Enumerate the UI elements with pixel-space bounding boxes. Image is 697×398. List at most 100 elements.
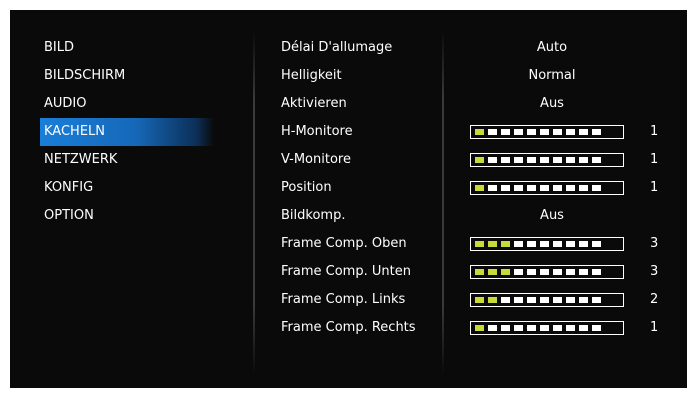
slider-segment-empty	[579, 129, 588, 135]
setting-number: 2	[650, 292, 659, 307]
setting-number: 3	[650, 236, 659, 251]
slider-segment-empty	[566, 241, 575, 247]
slider-segment-empty	[553, 297, 562, 303]
slider-segment-empty	[527, 325, 536, 331]
setting-number: 1	[650, 124, 659, 139]
slider-segment-empty	[501, 185, 510, 191]
slider-segment-empty	[553, 129, 562, 135]
setting-slider[interactable]	[470, 293, 624, 307]
slider-segment-filled	[475, 185, 484, 191]
setting-row-frame-comp-oben[interactable]: Frame Comp. Oben 3	[10, 230, 687, 258]
setting-slider[interactable]	[470, 125, 624, 139]
setting-row-v-monitore[interactable]: V-Monitore 1	[10, 146, 687, 174]
setting-number: 1	[650, 320, 659, 335]
setting-label: Position	[281, 180, 332, 195]
slider-segment-empty	[540, 129, 549, 135]
slider-segment-filled	[501, 241, 510, 247]
slider-segment-filled	[475, 269, 484, 275]
setting-label: Helligkeit	[281, 68, 342, 83]
setting-slider[interactable]	[470, 181, 624, 195]
slider-segment-empty	[527, 185, 536, 191]
setting-label: Frame Comp. Links	[281, 292, 406, 307]
setting-row-frame-comp-links[interactable]: Frame Comp. Links 2	[10, 286, 687, 314]
setting-number: 3	[650, 264, 659, 279]
setting-row-aktivieren[interactable]: Aktivieren Aus	[10, 90, 687, 118]
slider-segment-empty	[514, 185, 523, 191]
slider-segment-filled	[475, 297, 484, 303]
slider-segment-empty	[579, 185, 588, 191]
slider-segment-empty	[566, 325, 575, 331]
slider-segment-empty	[592, 185, 601, 191]
slider-segment-empty	[501, 157, 510, 163]
slider-segment-empty	[553, 157, 562, 163]
slider-segment-filled	[475, 325, 484, 331]
setting-value[interactable]: Auto	[472, 34, 632, 62]
slider-segment-filled	[488, 241, 497, 247]
slider-segment-empty	[501, 325, 510, 331]
slider-segment-empty	[553, 325, 562, 331]
slider-segment-empty	[488, 185, 497, 191]
setting-row-h-monitore[interactable]: H-Monitore 1	[10, 118, 687, 146]
slider-segment-empty	[527, 297, 536, 303]
slider-segment-empty	[540, 297, 549, 303]
slider-segment-empty	[579, 241, 588, 247]
slider-segment-empty	[540, 325, 549, 331]
setting-slider[interactable]	[470, 153, 624, 167]
setting-label: Frame Comp. Rechts	[281, 320, 416, 335]
setting-row-bildkomp[interactable]: Bildkomp. Aus	[10, 202, 687, 230]
slider-segment-empty	[592, 157, 601, 163]
setting-label: V-Monitore	[281, 152, 351, 167]
slider-segment-empty	[527, 241, 536, 247]
slider-segment-empty	[592, 129, 601, 135]
slider-segment-empty	[501, 297, 510, 303]
slider-segment-empty	[514, 325, 523, 331]
setting-value[interactable]: Aus	[472, 202, 632, 230]
slider-segment-empty	[540, 185, 549, 191]
setting-label: Aktivieren	[281, 96, 347, 111]
slider-segment-empty	[592, 297, 601, 303]
setting-row-frame-comp-unten[interactable]: Frame Comp. Unten 3	[10, 258, 687, 286]
slider-segment-empty	[514, 157, 523, 163]
slider-segment-empty	[488, 157, 497, 163]
slider-segment-empty	[579, 269, 588, 275]
setting-number: 1	[650, 152, 659, 167]
setting-label: Bildkomp.	[281, 208, 346, 223]
slider-segment-empty	[514, 129, 523, 135]
setting-label: Frame Comp. Unten	[281, 264, 411, 279]
slider-segment-empty	[514, 297, 523, 303]
slider-segment-empty	[566, 129, 575, 135]
setting-slider[interactable]	[470, 321, 624, 335]
setting-label: H-Monitore	[281, 124, 353, 139]
setting-slider[interactable]	[470, 265, 624, 279]
setting-value[interactable]: Normal	[472, 62, 632, 90]
slider-segment-empty	[592, 269, 601, 275]
slider-segment-empty	[488, 129, 497, 135]
setting-row-d-lai-d-allumage[interactable]: Délai D'allumage Auto	[10, 34, 687, 62]
slider-segment-empty	[501, 129, 510, 135]
slider-segment-filled	[488, 269, 497, 275]
slider-segment-empty	[592, 325, 601, 331]
slider-segment-empty	[553, 269, 562, 275]
setting-row-position[interactable]: Position 1	[10, 174, 687, 202]
slider-segment-filled	[488, 297, 497, 303]
slider-segment-empty	[566, 185, 575, 191]
setting-number: 1	[650, 180, 659, 195]
slider-segment-empty	[553, 185, 562, 191]
slider-segment-empty	[527, 269, 536, 275]
slider-segment-empty	[540, 241, 549, 247]
osd-menu: BILD BILDSCHIRM AUDIO KACHELN NETZWERK K…	[10, 10, 687, 388]
slider-segment-empty	[514, 269, 523, 275]
slider-segment-filled	[475, 157, 484, 163]
slider-segment-empty	[527, 129, 536, 135]
setting-value[interactable]: Aus	[472, 90, 632, 118]
setting-row-frame-comp-rechts[interactable]: Frame Comp. Rechts 1	[10, 314, 687, 342]
slider-segment-filled	[475, 241, 484, 247]
setting-label: Délai D'allumage	[281, 40, 393, 55]
slider-segment-empty	[553, 241, 562, 247]
slider-segment-filled	[475, 129, 484, 135]
slider-segment-empty	[540, 269, 549, 275]
setting-row-helligkeit[interactable]: Helligkeit Normal	[10, 62, 687, 90]
slider-segment-empty	[579, 297, 588, 303]
setting-slider[interactable]	[470, 237, 624, 251]
slider-segment-empty	[579, 157, 588, 163]
